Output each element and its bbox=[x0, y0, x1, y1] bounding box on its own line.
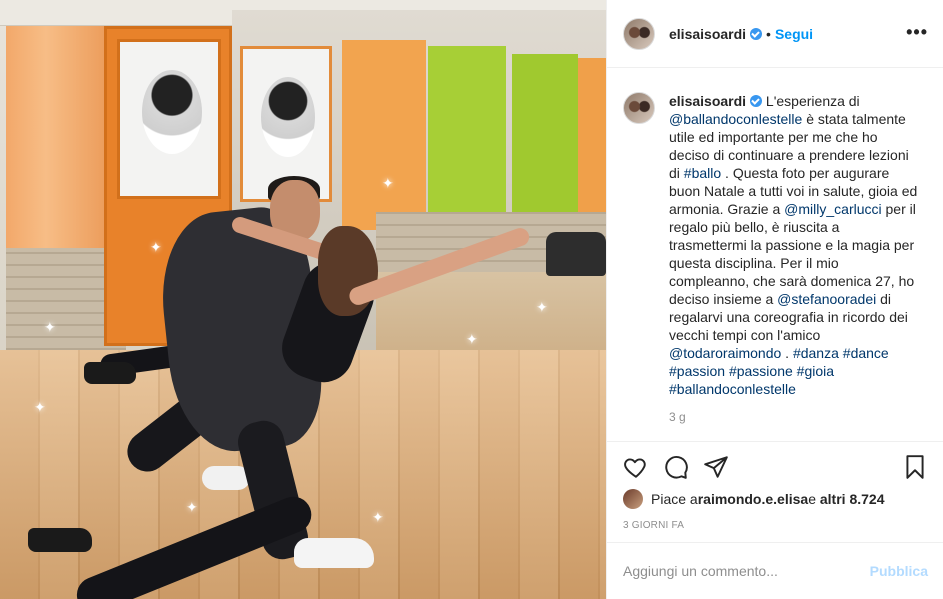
bookmark-icon[interactable] bbox=[902, 454, 928, 480]
comment-input[interactable] bbox=[623, 563, 862, 579]
post-side-panel: elisaisoardi • Segui ••• elisaisoardi L'… bbox=[606, 0, 943, 599]
likes-user-link[interactable]: raimondo.e.elisa bbox=[698, 491, 808, 507]
sparkle-icon: ✦ bbox=[34, 400, 46, 416]
verified-badge-icon bbox=[750, 95, 763, 107]
more-options-icon[interactable]: ••• bbox=[906, 22, 928, 43]
sparkle-icon: ✦ bbox=[372, 510, 384, 526]
mention-link[interactable]: @todaroraimondo bbox=[669, 345, 781, 361]
caption-text: elisaisoardi L'esperienza di @ballandoco… bbox=[669, 92, 919, 398]
sparkle-icon: ✦ bbox=[150, 240, 162, 256]
dancer-woman-shoe bbox=[28, 528, 92, 552]
sparkle-icon: ✦ bbox=[186, 500, 198, 516]
photo-bag bbox=[546, 232, 606, 276]
hashtag-link[interactable]: #dance bbox=[843, 345, 889, 361]
follow-button[interactable]: Segui bbox=[775, 26, 813, 42]
sparkle-icon: ✦ bbox=[44, 320, 56, 336]
likes-avatar[interactable] bbox=[623, 489, 643, 509]
mention-link[interactable]: @milly_carlucci bbox=[784, 201, 881, 217]
hashtag-link[interactable]: #passion bbox=[669, 363, 725, 379]
likes-middle: e bbox=[808, 491, 816, 507]
caption-segment: L'esperienza di bbox=[762, 93, 860, 109]
hashtag-link[interactable]: #danza bbox=[793, 345, 839, 361]
dancer-man-shoe-back bbox=[202, 466, 250, 490]
header-username[interactable]: elisaisoardi bbox=[669, 26, 746, 42]
comment-box: Pubblica bbox=[607, 542, 943, 599]
avatar[interactable] bbox=[623, 17, 655, 50]
sparkle-icon: ✦ bbox=[536, 300, 548, 316]
photo-orange-wall bbox=[342, 40, 426, 230]
publish-button[interactable]: Pubblica bbox=[870, 563, 928, 579]
post-actions bbox=[607, 450, 943, 486]
dancer-woman-shoe-raised bbox=[84, 362, 136, 384]
sparkle-icon: ✦ bbox=[382, 176, 394, 192]
photo-door-window bbox=[117, 39, 221, 199]
hashtag-link[interactable]: #gioia bbox=[797, 363, 834, 379]
caption-username[interactable]: elisaisoardi bbox=[669, 93, 746, 109]
caption-segment: . bbox=[781, 345, 793, 361]
post-timestamp[interactable]: 3 GIORNI FA bbox=[623, 520, 684, 531]
likes-summary: Piace a raimondo.e.elisa e altri 8.724 bbox=[623, 488, 884, 510]
caption-area: elisaisoardi L'esperienza di @ballandoco… bbox=[607, 68, 943, 442]
mention-link[interactable]: @ballandoconlestelle bbox=[669, 111, 802, 127]
caption-avatar[interactable] bbox=[623, 92, 655, 124]
post-header: elisaisoardi • Segui ••• bbox=[607, 0, 943, 68]
heart-icon[interactable] bbox=[623, 454, 649, 480]
likes-prefix: Piace a bbox=[651, 491, 698, 507]
caption-age[interactable]: 3 g bbox=[669, 410, 928, 424]
post-photo[interactable]: ✦ ✦ ✦ ✦ ✦ ✦ ✦ ✦ bbox=[0, 0, 606, 599]
comment-icon[interactable] bbox=[663, 454, 689, 480]
dancer-man-shoe-front bbox=[294, 538, 374, 568]
photo-mirror-logo bbox=[261, 77, 315, 157]
photo-green-blind-2 bbox=[512, 54, 578, 238]
verified-badge-icon bbox=[750, 27, 763, 40]
share-icon[interactable] bbox=[703, 454, 729, 480]
photo-green-blind bbox=[428, 46, 506, 224]
sparkle-icon: ✦ bbox=[466, 332, 478, 348]
dancer-woman-hair bbox=[318, 226, 378, 316]
mention-link[interactable]: @stefanooradei bbox=[777, 291, 876, 307]
likes-others-link[interactable]: altri 8.724 bbox=[820, 491, 885, 507]
photo-door-logo bbox=[142, 70, 202, 154]
photo-curtain bbox=[6, 26, 106, 254]
hashtag-link[interactable]: #ballandoconlestelle bbox=[669, 381, 796, 397]
caption-row: elisaisoardi L'esperienza di @ballandoco… bbox=[623, 92, 928, 398]
header-separator: • bbox=[766, 25, 771, 42]
hashtag-link[interactable]: #passione bbox=[729, 363, 793, 379]
hashtag-link[interactable]: #ballo bbox=[684, 165, 721, 181]
